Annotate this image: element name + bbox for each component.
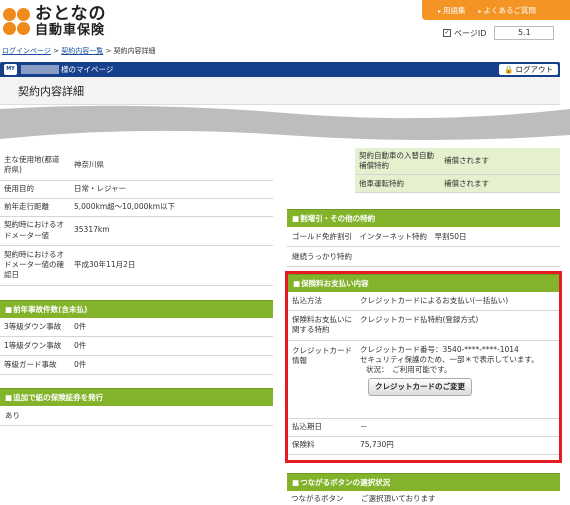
discount-row: ゴールド免許割引 インターネット特約 早割50日 [287, 227, 560, 248]
brand-name-line2: 自動車保険 [35, 22, 106, 38]
connect-button-section: つながるボタンの選択状況 つながるボタンご選択頂いております [287, 473, 560, 505]
table-row: 払込方法 クレジットカードによるお支払い(一括払い) [288, 292, 559, 311]
redacted-user-name [21, 65, 59, 74]
top-links: 用語集 よくあるご質問 [422, 0, 570, 20]
change-credit-card-button[interactable]: クレジットカードのご変更 [368, 377, 472, 396]
special-terms-table: 契約自動車の入替自動補償特約 補償されます 他車運転特約 補償されます [287, 148, 560, 194]
right-column: 契約自動車の入替自動補償特約補償されます 他車運転特約補償されます 割増引・その… [287, 148, 560, 268]
discount-row: 継続うっかり特約 [287, 247, 560, 268]
paper-certificate-section-title: 追加で紙の保険証券を発行 [0, 388, 273, 406]
faq-link[interactable]: よくあるご質問 [479, 5, 537, 16]
mypage-label: 様のマイページ [61, 65, 114, 74]
page-title-bar: 契約内容詳細 [0, 77, 560, 105]
credit-card-info: クレジットカード番号：3540-****-****-1014 セキュリティ保護の… [356, 340, 559, 419]
page-id-label: ページID [454, 28, 487, 38]
breadcrumb-contract-list[interactable]: 契約内容一覧 [61, 47, 103, 55]
site-header: おとなの 自動車保険 用語集 よくあるご質問 ✓ ページID 5.1 [0, 0, 570, 44]
breadcrumb-login[interactable]: ログインページ [2, 47, 51, 55]
table-row: 主な使用地(都道府県) 神奈川県 [0, 150, 273, 181]
card-status: 状況： ご利用可能です。 [366, 364, 452, 374]
paper-certificate-value: あり [0, 406, 273, 426]
connect-table: つながるボタン ご選択頂いております [287, 491, 560, 505]
usage-table: 主な使用地(都道府県) 神奈川県 使用目的 日常・レジャー 前年走行距離 5,000k… [0, 150, 273, 286]
page-title: 契約内容詳細 [18, 85, 84, 98]
breadcrumb-current: 契約内容詳細 [113, 47, 156, 55]
table-row: 契約時におけるオドメーター値 35317km [0, 216, 273, 246]
table-row: 前年走行距離 5,000km超～10,000km以下 [0, 198, 273, 217]
table-row: 契約自動車の入替自動補償特約 補償されます [287, 148, 560, 176]
breadcrumb: ログインページ > 契約内容一覧 > 契約内容詳細 [2, 47, 156, 55]
table-row: 保険料 75,730円 [288, 436, 559, 455]
accidents-section-title: 前年事故件数(含未払) [0, 299, 273, 318]
payment-table: 払込方法 クレジットカードによるお支払い(一括払い) 保険料お支払いに関する特約ク… [288, 292, 559, 455]
table-row: つながるボタン ご選択頂いております [287, 491, 560, 505]
table-row: クレジットカード情報 クレジットカード番号：3540-****-****-101… [288, 340, 559, 419]
mypage-bar: MY 様のマイページ 🔒 ログアウト [0, 62, 560, 77]
table-row: 等級ガード事故 0件 [0, 355, 273, 375]
table-row: 契約時におけるオドメーター値の確認日 平成30年11月2日 [0, 245, 273, 286]
connect-section-title: つながるボタンの選択状況 [287, 473, 560, 491]
card-mask-note: セキュリティ保護のため、一部＊で表示しています。 [360, 354, 539, 364]
card-number: クレジットカード番号：3540-****-****-1014 [360, 344, 519, 354]
accidents-table: 3等級ダウン事故 0件 1等級ダウン事故 0件 等級ガード事故 0件 [0, 317, 273, 375]
payment-section-highlight: 保険料お支払い内容 払込方法クレジットカードによるお支払い(一括払い) 保険料お… [285, 271, 562, 463]
payment-section-title: 保険料お支払い内容 [288, 274, 559, 292]
table-row: 使用目的 日常・レジャー [0, 180, 273, 199]
table-row: 払込期日－ [288, 418, 559, 437]
left-column: 主な使用地(都道府県) 神奈川県 使用目的 日常・レジャー 前年走行距離 5,000k… [0, 150, 273, 426]
logo-dots-icon [3, 7, 31, 36]
table-row: 1等級ダウン事故 0件 [0, 336, 273, 356]
torn-edge-divider [0, 105, 570, 148]
glossary-link[interactable]: 用語集 [438, 5, 466, 16]
checkbox-icon: ✓ [443, 29, 451, 37]
page-id-box: ✓ ページID 5.1 [443, 25, 567, 41]
table-row: 他車運転特約 補償されます [287, 174, 560, 194]
logout-button[interactable]: 🔒 ログアウト [499, 64, 558, 75]
table-row: 3等級ダウン事故 0件 [0, 317, 273, 337]
discount-section-title: 割増引・その他の特約 [287, 209, 560, 228]
mypage-badge-icon: MY [4, 64, 17, 75]
brand-name-line1: おとなの [35, 4, 107, 24]
page-id-value: 5.1 [494, 26, 555, 40]
table-row: 保険料お支払いに関する特約 クレジットカード払特約(登録方式) [288, 310, 559, 341]
brand-logo[interactable]: おとなの 自動車保険 [3, 4, 107, 38]
lock-icon: 🔒 [504, 65, 514, 74]
